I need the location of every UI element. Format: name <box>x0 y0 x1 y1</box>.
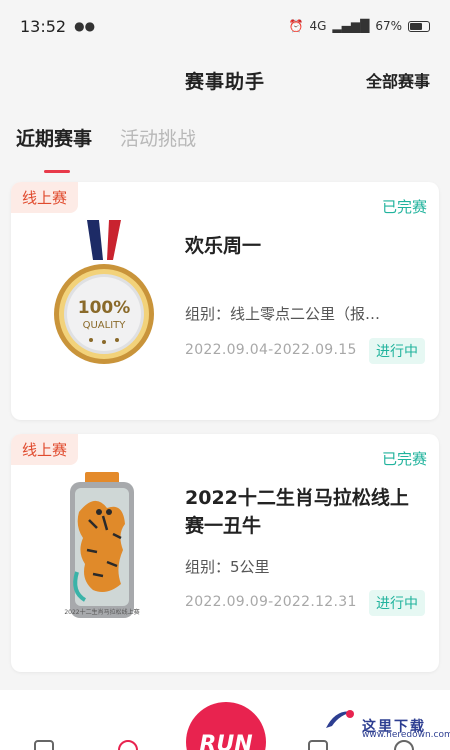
home-nav-icon[interactable] <box>34 740 54 750</box>
status-time: 13:52 <box>20 16 67 36</box>
chat-icon: ●● <box>74 19 96 33</box>
signal-label: 4G <box>309 19 327 33</box>
progress-badge: 进行中 <box>369 590 425 616</box>
event-status: 已完赛 <box>381 198 427 216</box>
all-events-link[interactable]: 全部赛事 <box>366 68 430 92</box>
watermark-url: www.heredown.com <box>362 730 450 740</box>
event-card[interactable]: 线上赛 已完赛 100% QUALITY 欢乐周一 组别：线上零点二公里（报… … <box>11 182 439 420</box>
medal-caption: 2022十二生肖马拉松线上赛 <box>64 608 139 616</box>
signal-bars-icon: ▂▄▆█ <box>332 19 370 33</box>
message-nav-icon[interactable] <box>308 740 328 750</box>
event-dates: 2022.09.09-2022.12.31 <box>185 594 357 610</box>
event-status: 已完赛 <box>381 450 427 468</box>
battery-icon <box>408 20 430 32</box>
medal-subtext: QUALITY <box>83 320 127 331</box>
status-icons: ⏰ 4G ▂▄▆█ 67% <box>289 19 430 33</box>
event-card[interactable]: 线上赛 已完赛 2022十二生肖马拉松线上赛 2022十二生肖马拉松线上赛一丑牛… <box>11 434 439 672</box>
alarm-icon: ⏰ <box>288 19 304 33</box>
event-group: 组别：5公里 <box>185 558 270 576</box>
battery-percent: 67% <box>375 19 402 33</box>
event-type-tag: 线上赛 <box>11 434 79 465</box>
watermark-swoosh-icon <box>326 710 354 728</box>
progress-badge: 进行中 <box>369 338 425 364</box>
event-name: 2022十二生肖马拉松线上赛一丑牛 <box>185 487 409 537</box>
event-group: 组别：线上零点二公里（报… <box>185 305 381 323</box>
medal-text: 100% <box>78 298 131 318</box>
tab-recent-events[interactable]: 近期赛事 <box>16 124 92 173</box>
tab-challenges[interactable]: 活动挑战 <box>120 124 196 164</box>
medal-image: 2022十二生肖马拉松线上赛 <box>37 472 167 622</box>
page-title: 赛事助手 <box>184 70 265 93</box>
watermark-logo: 这里下载 www.heredown.com <box>322 704 450 740</box>
event-name: 欢乐周一 <box>185 235 262 257</box>
status-bar: 13:52 ●● ⏰ 4G ▂▄▆█ 67% <box>0 0 450 52</box>
event-type-tag: 线上赛 <box>11 182 79 213</box>
event-dates: 2022.09.04-2022.09.15 <box>185 342 357 358</box>
page-header: 赛事助手 全部赛事 <box>0 52 450 108</box>
medal-image: 100% QUALITY <box>37 220 167 370</box>
tab-bar: 近期赛事 活动挑战 <box>0 124 450 173</box>
